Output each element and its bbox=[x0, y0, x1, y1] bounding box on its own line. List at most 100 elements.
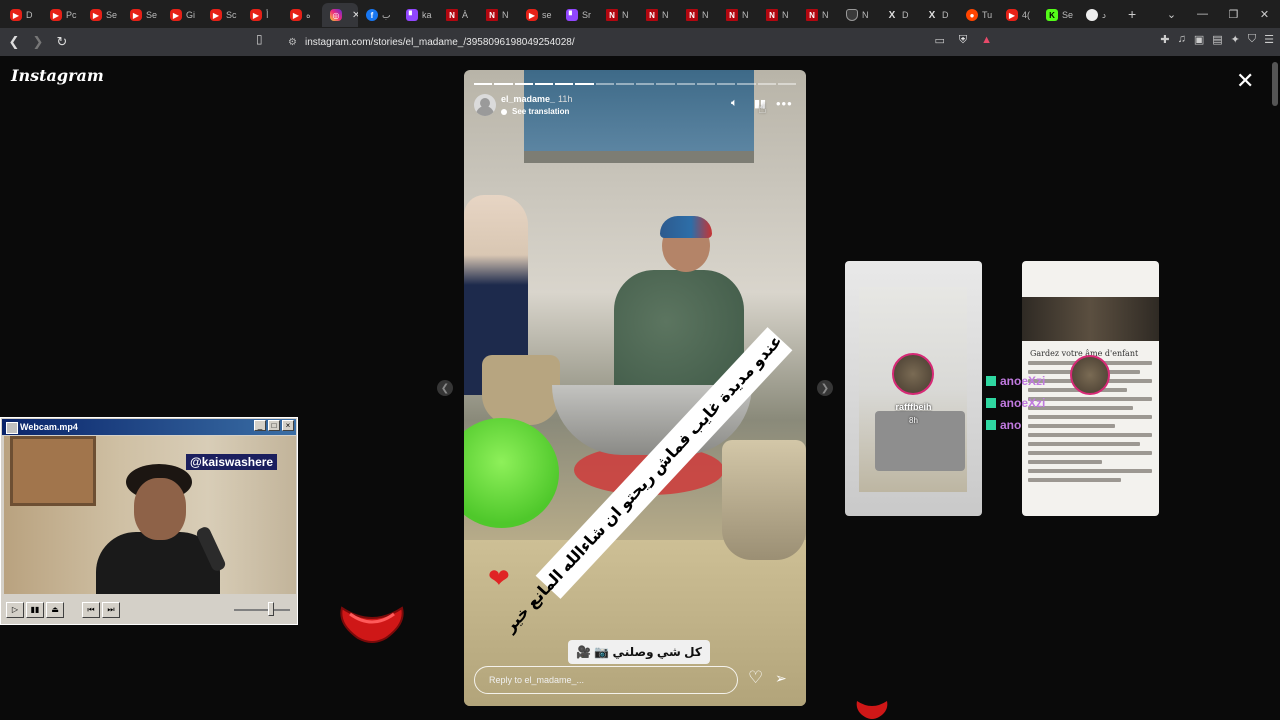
youtube-icon: ▶ bbox=[290, 9, 302, 21]
browser-tab[interactable]: ▶ 4( bbox=[998, 3, 1038, 27]
chat-overlay-name: anoeXzi bbox=[986, 396, 1045, 410]
more-options-icon[interactable]: ••• bbox=[776, 96, 793, 111]
volume-slider-thumb[interactable] bbox=[268, 602, 274, 616]
netflix-icon: N bbox=[646, 9, 658, 21]
browser-tab[interactable]: NN bbox=[638, 3, 678, 27]
browser-tab[interactable]: NN bbox=[718, 3, 758, 27]
browser-tab[interactable]: NN bbox=[598, 3, 638, 27]
story-progress-segment bbox=[514, 83, 533, 85]
browser-tab[interactable]: NN bbox=[478, 3, 518, 27]
avatar bbox=[892, 353, 934, 395]
previous-story-button[interactable]: ❮ bbox=[437, 380, 453, 396]
tab-list: ▶ D ▶ Pc ▶ Se ▶ Se ▶ Gi ▶ Sc ▶ أ ▶ ه ◎ ✕ f ب ▘ ka N À N N ▶ se ▘ Sr N N… bbox=[0, 0, 1136, 28]
brave-shield-icon[interactable]: ⛨ bbox=[959, 34, 967, 47]
browser-tab-label: N bbox=[862, 10, 869, 20]
leo-icon[interactable]: ✦ bbox=[1231, 33, 1240, 46]
browser-tab[interactable]: fب bbox=[358, 3, 398, 27]
back-icon[interactable]: ❮ bbox=[4, 32, 24, 52]
play-icon[interactable]: ▷ bbox=[6, 602, 24, 618]
reply-input[interactable]: Reply to el_madame_... bbox=[474, 666, 738, 694]
forward-icon[interactable]: ❯ bbox=[28, 32, 48, 52]
browser-tab-label: N bbox=[742, 10, 749, 20]
story-progress-bar bbox=[474, 83, 796, 85]
browser-tab[interactable]: XD bbox=[878, 3, 918, 27]
menu-icon[interactable]: ☰ bbox=[1264, 33, 1274, 46]
address-bar-actions: ▭ ⛨ ▲ bbox=[934, 34, 992, 47]
story-viewer[interactable]: el_madame_ 11h See translation 🔈︎ ▮▮ •••… bbox=[464, 70, 806, 706]
story-username[interactable]: el_madame_ bbox=[501, 94, 555, 104]
browser-tab[interactable]: ▶ D bbox=[2, 3, 42, 27]
browser-tab[interactable]: ▶ se bbox=[518, 3, 558, 27]
mouse-cursor-icon: ☝ bbox=[758, 100, 767, 116]
tab-search-icon[interactable]: ⌄ bbox=[1156, 8, 1187, 21]
extensions-icon[interactable]: ✚ bbox=[1160, 33, 1169, 46]
maximize-icon[interactable]: □ bbox=[268, 420, 280, 431]
bookmark-icon[interactable]: ▯ bbox=[256, 32, 263, 46]
browser-tab[interactable]: NN bbox=[798, 3, 838, 27]
browser-tab-label: Tu bbox=[982, 10, 993, 20]
eject-icon[interactable]: ⏏ bbox=[46, 602, 64, 618]
close-window-icon[interactable]: ✕ bbox=[1249, 8, 1280, 21]
pause-icon[interactable]: ▮▮ bbox=[26, 602, 44, 618]
browser-tab[interactable]: ▶ Se bbox=[82, 3, 122, 27]
browser-tab[interactable]: NÀ bbox=[438, 3, 478, 27]
browser-tab[interactable]: N bbox=[838, 3, 878, 27]
browser-tab[interactable]: د bbox=[1078, 3, 1118, 27]
cast-icon[interactable]: ▭ bbox=[934, 34, 944, 47]
new-tab-icon[interactable]: + bbox=[1128, 6, 1136, 22]
sidebar-icon[interactable]: ▣ bbox=[1194, 33, 1204, 46]
minimize-icon[interactable]: _ bbox=[254, 420, 266, 431]
previous-track-icon[interactable]: ⏮ bbox=[82, 602, 100, 618]
browser-tab-label: د bbox=[1102, 9, 1107, 20]
close-icon[interactable]: × bbox=[282, 420, 294, 431]
site-info-icon[interactable]: ⚙ bbox=[288, 37, 297, 48]
browser-tab[interactable]: ▶ Gi bbox=[162, 3, 202, 27]
wallet-icon[interactable]: ▤ bbox=[1212, 33, 1222, 46]
reload-icon[interactable]: ↻ bbox=[52, 32, 72, 52]
youtube-icon: ▶ bbox=[10, 9, 22, 21]
webcam-corkboard bbox=[10, 436, 96, 506]
next-story-button[interactable]: ❯ bbox=[817, 380, 833, 396]
brave-rewards-icon[interactable]: ▲ bbox=[981, 34, 992, 47]
browser-tab[interactable]: ▶ Pc bbox=[42, 3, 82, 27]
browser-tab[interactable]: XD bbox=[918, 3, 958, 27]
side-story-username: rafffbeih bbox=[895, 402, 932, 412]
media-icon[interactable]: ♫ bbox=[1178, 33, 1186, 46]
page-scrollbar[interactable] bbox=[1272, 62, 1278, 106]
story-progress-segment bbox=[656, 83, 675, 85]
share-icon[interactable]: ➢ bbox=[775, 668, 787, 688]
instagram-icon: ◎ bbox=[330, 9, 342, 21]
browser-tab[interactable]: ▶ Sc bbox=[202, 3, 242, 27]
browser-tab[interactable]: ▶ أ bbox=[242, 3, 282, 27]
minimize-icon[interactable]: — bbox=[1187, 8, 1218, 20]
restore-icon[interactable]: ❐ bbox=[1218, 8, 1249, 21]
avatar[interactable] bbox=[474, 94, 496, 116]
upcoming-story-preview[interactable]: Gardez votre âme d'enfant bbox=[1022, 261, 1159, 516]
volume-icon[interactable]: 🔈︎ bbox=[731, 97, 738, 110]
browser-tab-label: Gi bbox=[186, 10, 195, 20]
twitch-icon: ▘ bbox=[566, 9, 578, 21]
browser-tab-label: N bbox=[782, 10, 789, 20]
browser-tab[interactable]: NN bbox=[758, 3, 798, 27]
browser-tab[interactable]: ▘ Sr bbox=[558, 3, 598, 27]
browser-tab[interactable]: K Se bbox=[1038, 3, 1078, 27]
next-story-preview[interactable]: rafffbeih 8h bbox=[845, 261, 982, 516]
browser-tab[interactable]: ▶ ه bbox=[282, 3, 322, 27]
browser-tab[interactable]: ● Tu bbox=[958, 3, 998, 27]
story-timestamp: 11h bbox=[558, 94, 573, 104]
close-icon[interactable]: ✕ bbox=[1236, 70, 1254, 92]
browser-tab[interactable]: ◎ ✕ bbox=[322, 3, 358, 27]
browser-tab[interactable]: ▘ ka bbox=[398, 3, 438, 27]
next-track-icon[interactable]: ⏭ bbox=[102, 602, 120, 618]
webcam-video: @kaiswashere bbox=[4, 436, 296, 594]
story-progress-segment bbox=[575, 83, 594, 85]
like-icon[interactable]: ♡ bbox=[748, 668, 763, 688]
volume-slider[interactable] bbox=[234, 609, 290, 611]
instagram-logo[interactable]: Instagram bbox=[11, 66, 104, 85]
see-translation-link[interactable]: See translation bbox=[501, 107, 569, 116]
browser-tab-label: Se bbox=[1062, 10, 1074, 20]
browser-tab[interactable]: NN bbox=[678, 3, 718, 27]
vpn-icon[interactable]: ⛉ bbox=[1248, 33, 1256, 46]
browser-tab[interactable]: ▶ Se bbox=[122, 3, 162, 27]
address-bar[interactable]: ⚙ instagram.com/stories/el_madame_/39580… bbox=[280, 32, 1000, 52]
